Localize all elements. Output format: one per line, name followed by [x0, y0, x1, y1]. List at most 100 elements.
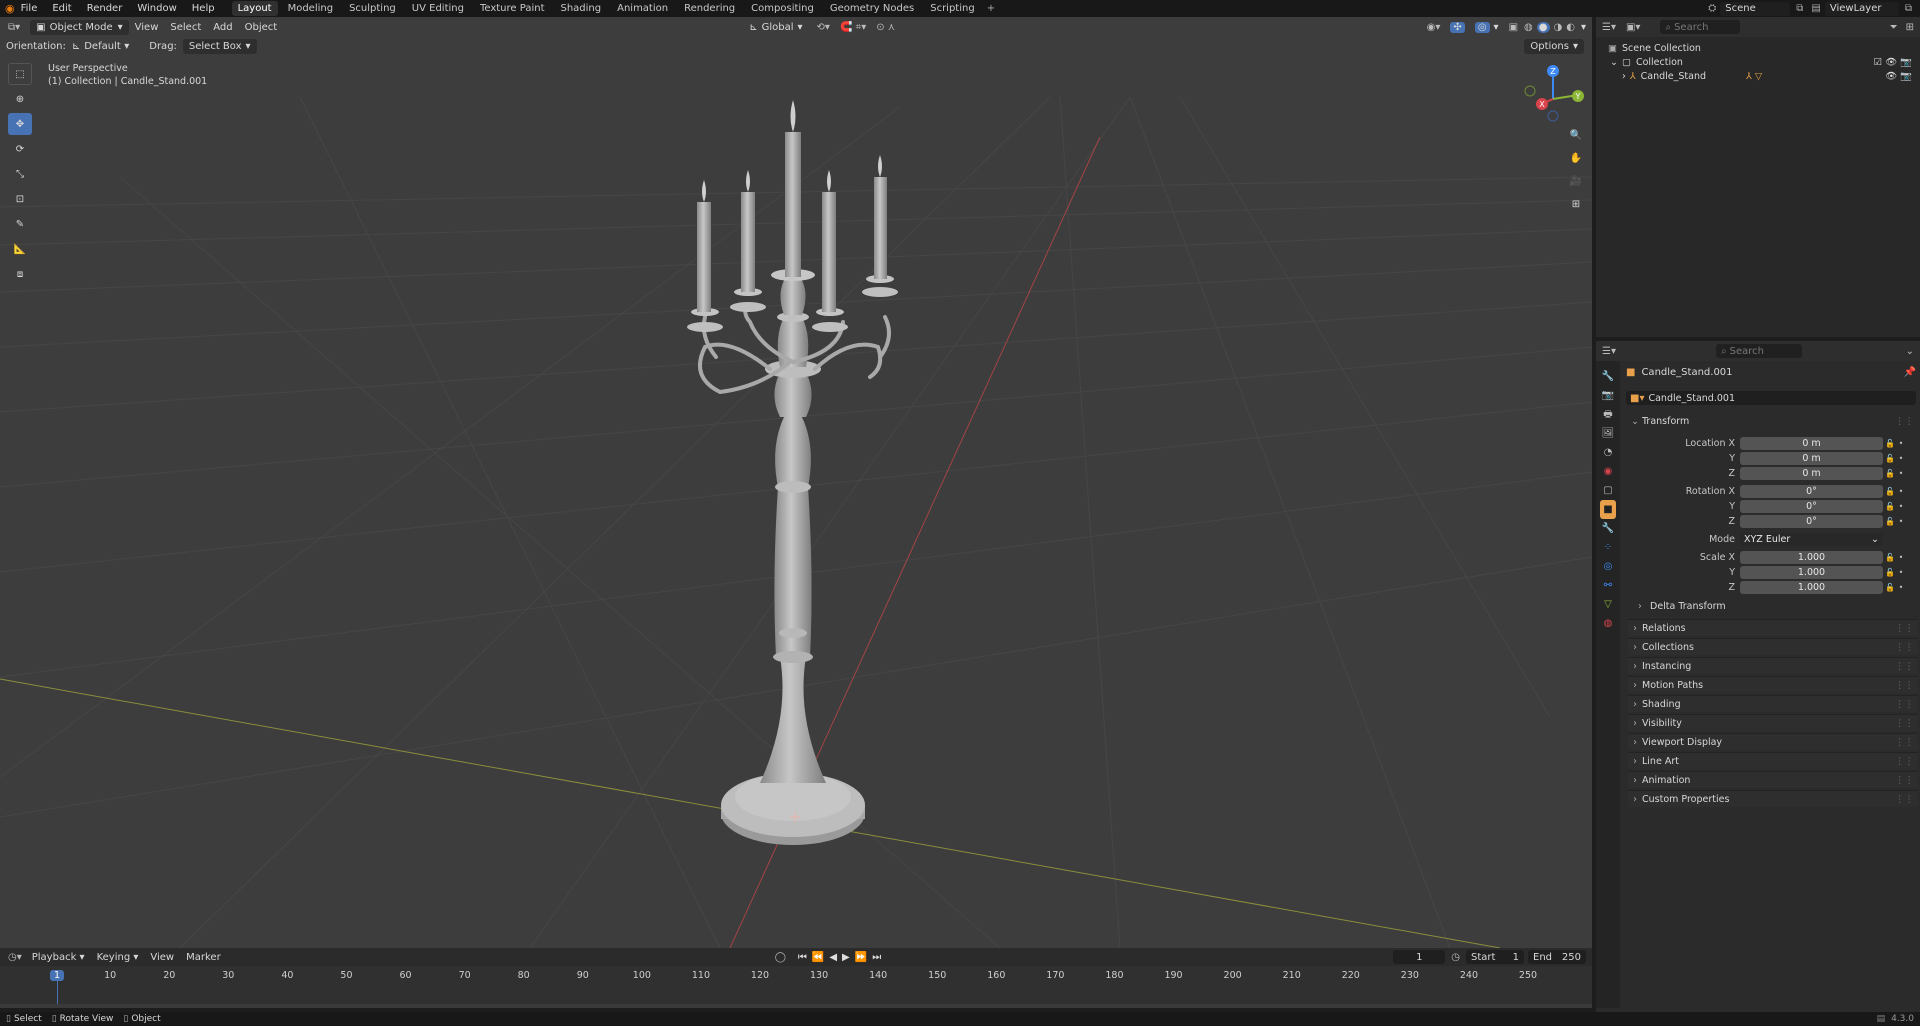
tab-sculpting[interactable]: Sculpting: [343, 1, 402, 16]
auto-keying-icon[interactable]: ◯: [775, 952, 786, 963]
solid-shading-icon[interactable]: ●: [1536, 21, 1550, 33]
pan-hand-icon[interactable]: ✋: [1566, 148, 1586, 168]
rotation-y-field[interactable]: 0°: [1740, 499, 1883, 513]
tab-layout[interactable]: Layout: [231, 1, 278, 16]
ortho-grid-icon[interactable]: ⊞: [1566, 194, 1586, 214]
start-frame-field[interactable]: Start 1: [1466, 950, 1524, 964]
lock-icon[interactable]: 🔓: [1883, 454, 1897, 463]
outliner-collection[interactable]: ⌄ ▢ Collection ☑ 👁 📷: [1608, 55, 1920, 69]
outliner-editor-icon[interactable]: ☰▾: [1602, 22, 1616, 33]
rotation-x-field[interactable]: 0°: [1740, 484, 1883, 498]
render-tab-icon[interactable]: 📷: [1602, 386, 1614, 405]
drag-grip-icon[interactable]: ⋮⋮: [1895, 623, 1914, 634]
outliner-scene-collection[interactable]: ▣ Scene Collection: [1608, 41, 1920, 55]
end-frame-field[interactable]: End 250: [1528, 950, 1586, 964]
menu-object[interactable]: Object: [245, 22, 278, 33]
visibility-icon[interactable]: ◉▾: [1427, 22, 1441, 33]
next-keyframe-icon[interactable]: ⏩: [855, 952, 867, 963]
candle-stand-model[interactable]: [687, 100, 898, 845]
navigation-gizmo[interactable]: Z Y X: [1522, 63, 1584, 125]
prev-keyframe-icon[interactable]: ⏪: [812, 952, 824, 963]
drag-dropdown[interactable]: Select Box ▾: [182, 38, 257, 54]
scale-y-field[interactable]: 1.000: [1740, 565, 1883, 579]
cursor-tool-icon[interactable]: ⊕: [8, 88, 32, 110]
scene-icon[interactable]: ⛭: [1708, 3, 1716, 14]
blender-logo-icon[interactable]: ◉: [5, 2, 15, 15]
timeline[interactable]: 1 10 20 30 40 50 60 70 80 90 100 110 120 130 140 150 160…: [0, 966, 1592, 1008]
properties-editor-icon[interactable]: ☰▾: [1602, 346, 1616, 357]
drag-grip-icon[interactable]: ⋮⋮: [1895, 680, 1914, 691]
play-reverse-icon[interactable]: ◀: [829, 952, 837, 963]
add-workspace-icon[interactable]: +: [987, 3, 995, 14]
collapse-icon[interactable]: ⌄: [1610, 57, 1618, 68]
panel-collections[interactable]: › Collections ⋮⋮: [1628, 638, 1918, 655]
scene-field[interactable]: Scene: [1720, 1, 1791, 16]
tool-tab-icon[interactable]: 🔧: [1602, 367, 1614, 386]
tab-rendering[interactable]: Rendering: [678, 1, 741, 16]
new-collection-icon[interactable]: ⊞: [1906, 22, 1914, 33]
snap-icon[interactable]: 🧲 ⌗▾: [840, 22, 866, 33]
drag-grip-icon[interactable]: ⋮⋮: [1895, 718, 1914, 729]
lock-icon[interactable]: 🔓: [1883, 502, 1897, 511]
menu-add[interactable]: Add: [213, 22, 232, 33]
menu-window[interactable]: Window: [137, 3, 176, 14]
menu-playback[interactable]: Playback ▾: [32, 952, 85, 963]
proportional-edit-icon[interactable]: ⊙ ⋏: [876, 22, 895, 33]
lock-icon[interactable]: 🔓: [1883, 568, 1897, 577]
drag-grip-icon[interactable]: ⋮⋮: [1895, 794, 1914, 805]
material-shading-icon[interactable]: ◑: [1554, 22, 1563, 33]
panel-motion-paths[interactable]: › Motion Paths ⋮⋮: [1628, 676, 1918, 693]
lock-icon[interactable]: 🔓: [1883, 583, 1897, 592]
lock-icon[interactable]: 🔓: [1883, 439, 1897, 448]
editor-type-icon[interactable]: ⧉▾: [8, 22, 20, 33]
play-icon[interactable]: ▶: [842, 952, 850, 963]
outliner-object-row[interactable]: › ⅄ Candle_Stand ⅄ ▽ 👁 📷: [1608, 69, 1920, 83]
location-x-field[interactable]: 0 m: [1740, 436, 1883, 450]
delta-transform-subpanel[interactable]: › Delta Transform: [1638, 601, 1726, 612]
drag-grip-icon[interactable]: ⋮⋮: [1895, 775, 1914, 786]
properties-search-input[interactable]: ⌕ Search: [1715, 344, 1802, 358]
preview-range-icon[interactable]: ◷: [1451, 952, 1460, 963]
panel-relations[interactable]: › Relations ⋮⋮: [1628, 619, 1918, 636]
location-z-field[interactable]: 0 m: [1740, 466, 1883, 480]
panel-line-art[interactable]: › Line Art ⋮⋮: [1628, 752, 1918, 769]
annotate-tool-icon[interactable]: ✎: [8, 213, 32, 235]
scale-tool-icon[interactable]: ⤡: [8, 163, 32, 185]
pin-icon[interactable]: 📌: [1904, 367, 1916, 378]
new-view-layer-icon[interactable]: ⧉: [1905, 3, 1912, 14]
display-mode-icon[interactable]: ▣▾: [1626, 22, 1640, 33]
physics-tab-icon[interactable]: ◎: [1604, 557, 1613, 576]
zoom-icon[interactable]: 🔍: [1566, 125, 1586, 145]
drag-grip-icon[interactable]: ⋮⋮: [1895, 756, 1914, 767]
material-tab-icon[interactable]: ◍: [1604, 614, 1613, 633]
data-tab-icon[interactable]: ▽: [1604, 595, 1612, 614]
object-visibility-icons[interactable]: 👁 📷: [1885, 71, 1912, 82]
tab-texture-paint[interactable]: Texture Paint: [474, 1, 551, 16]
keyframe-dot-icon[interactable]: •: [1897, 439, 1905, 448]
keyframe-dot-icon[interactable]: •: [1897, 454, 1905, 463]
collection-tab-icon[interactable]: ▢: [1603, 481, 1612, 500]
menu-select[interactable]: Select: [170, 22, 201, 33]
object-tab-icon[interactable]: ■: [1600, 500, 1616, 519]
keyframe-dot-icon[interactable]: •: [1897, 517, 1905, 526]
modifier-tab-icon[interactable]: 🔧: [1602, 519, 1614, 538]
camera-view-icon[interactable]: 🎥: [1566, 171, 1586, 191]
scene-tab-icon[interactable]: ◔: [1604, 443, 1613, 462]
orientation-dropdown[interactable]: ⊾ Default ▾: [72, 41, 129, 52]
view-layer-icon[interactable]: ▤: [1811, 3, 1820, 14]
panel-custom-properties[interactable]: › Custom Properties ⋮⋮: [1628, 790, 1918, 807]
world-tab-icon[interactable]: ◉: [1604, 462, 1613, 481]
lock-icon[interactable]: 🔓: [1883, 469, 1897, 478]
wireframe-shading-icon[interactable]: ◍: [1524, 22, 1533, 33]
frame-ruler[interactable]: 1 10 20 30 40 50 60 70 80 90 100 110 120 130 140 150 160…: [0, 970, 1592, 984]
rotation-z-field[interactable]: 0°: [1740, 514, 1883, 528]
panel-visibility[interactable]: › Visibility ⋮⋮: [1628, 714, 1918, 731]
particles-tab-icon[interactable]: ⁘: [1604, 538, 1612, 557]
add-cube-tool-icon[interactable]: ⧈: [8, 263, 32, 285]
pivot-icon[interactable]: ⟲▾: [817, 22, 830, 33]
transform-orientation-dropdown[interactable]: ⊾ Global ▾: [749, 22, 802, 33]
keyframe-dot-icon[interactable]: •: [1897, 469, 1905, 478]
keyframe-dot-icon[interactable]: •: [1897, 502, 1905, 511]
constraints-tab-icon[interactable]: ⚯: [1604, 576, 1612, 595]
measure-tool-icon[interactable]: 📐: [8, 238, 32, 260]
